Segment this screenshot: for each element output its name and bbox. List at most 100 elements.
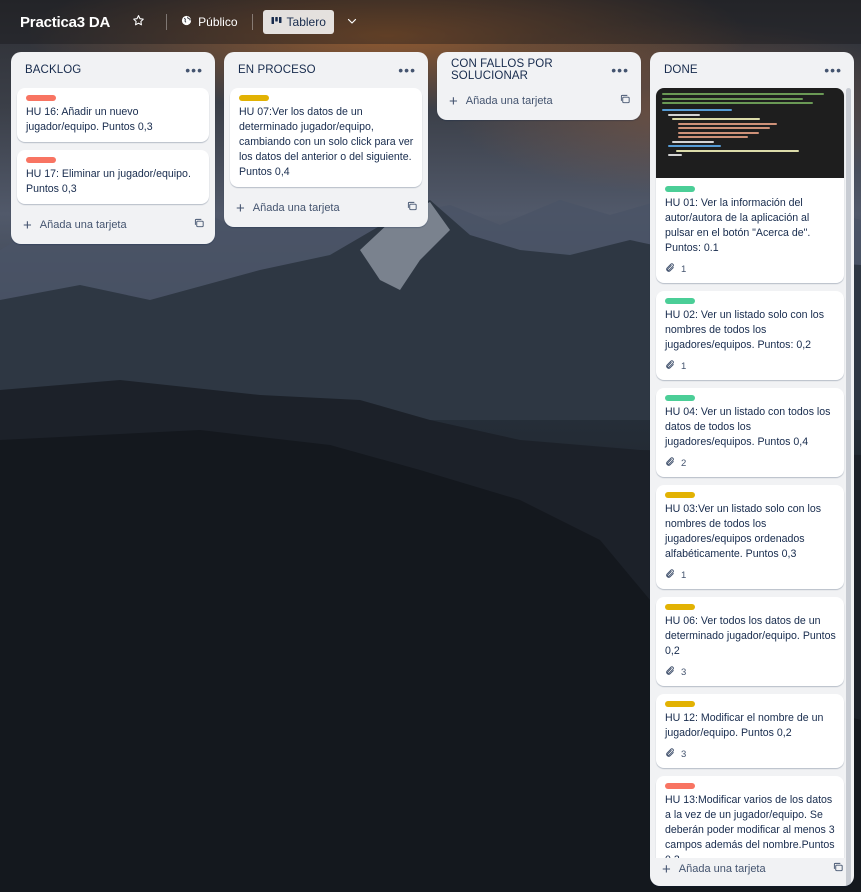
template-icon[interactable]	[833, 862, 844, 876]
label-yellow[interactable]	[665, 492, 695, 498]
card[interactable]: HU 07:Ver los datos de un determinado ju…	[230, 88, 422, 187]
paperclip-icon	[665, 748, 675, 761]
plus-icon: +	[236, 199, 245, 217]
label-green[interactable]	[665, 186, 695, 192]
label-yellow[interactable]	[665, 604, 695, 610]
card[interactable]: HU 02: Ver un listado solo con los nombr…	[656, 291, 844, 380]
card-title: HU 03:Ver un listado solo con los nombre…	[665, 503, 822, 560]
attachment-badge: 1	[665, 569, 836, 582]
card-title: HU 01: Ver la información del autor/auto…	[665, 197, 811, 254]
add-card-label: Añada una tarjeta	[465, 95, 553, 107]
label-red[interactable]	[26, 95, 56, 101]
card-cover-image	[656, 88, 844, 178]
board-view-label: Tablero	[286, 15, 326, 29]
divider	[166, 14, 168, 30]
more-icon[interactable]: •••	[185, 63, 203, 77]
label-red[interactable]	[665, 783, 695, 789]
card[interactable]: HU 03:Ver un listado solo con los nombre…	[656, 485, 844, 589]
board-icon	[271, 15, 282, 29]
add-card-label: Añada una tarjeta	[39, 219, 127, 231]
attachment-badge: 3	[665, 666, 836, 679]
list-done: DONE ••• HU 01: Ver la información del a…	[650, 52, 854, 886]
board-view-button[interactable]: Tablero	[262, 10, 334, 34]
paperclip-icon	[665, 569, 675, 582]
label-red[interactable]	[26, 157, 56, 163]
chevron-down-icon	[346, 15, 358, 30]
plus-icon: +	[23, 216, 32, 234]
card[interactable]: HU 04: Ver un listado con todos los dato…	[656, 388, 844, 477]
attachment-count: 3	[681, 749, 687, 760]
divider	[251, 14, 253, 30]
visibility-button[interactable]: Público	[175, 9, 243, 35]
list-title[interactable]: EN PROCESO	[238, 64, 316, 76]
views-dropdown-button[interactable]	[340, 10, 364, 34]
card[interactable]: HU 06: Ver todos los datos de un determi…	[656, 597, 844, 686]
more-icon[interactable]: •••	[824, 63, 842, 77]
add-card-row: + Añada una tarjeta	[224, 195, 428, 221]
board-title[interactable]: Practica3 DA	[20, 14, 110, 31]
card-title: HU 02: Ver un listado solo con los nombr…	[665, 309, 824, 351]
globe-icon	[181, 15, 192, 29]
card-title: HU 07:Ver los datos de un determinado ju…	[239, 106, 414, 178]
attachment-badge: 1	[665, 263, 836, 276]
list-en-proceso: EN PROCESO ••• HU 07:Ver los datos de un…	[224, 52, 428, 227]
attachment-count: 1	[681, 570, 687, 581]
more-icon[interactable]: •••	[611, 63, 629, 77]
card-title: HU 04: Ver un listado con todos los dato…	[665, 406, 831, 448]
card-title: HU 16: Añadir un nuevo jugador/equipo. P…	[26, 106, 153, 133]
attachment-count: 3	[681, 667, 687, 678]
attachment-count: 1	[681, 264, 687, 275]
attachment-badge: 1	[665, 360, 836, 373]
add-card-button[interactable]: + Añada una tarjeta	[23, 218, 127, 233]
add-card-label: Añada una tarjeta	[678, 863, 766, 875]
card-title: HU 17: Eliminar un jugador/equipo. Punto…	[26, 168, 191, 195]
list-header: BACKLOG •••	[11, 52, 215, 88]
list-title[interactable]: BACKLOG	[25, 64, 81, 76]
attachment-count: 2	[681, 458, 687, 469]
card[interactable]: HU 17: Eliminar un jugador/equipo. Punto…	[17, 150, 209, 204]
label-green[interactable]	[665, 298, 695, 304]
add-card-button[interactable]: + Añada una tarjeta	[236, 201, 340, 216]
more-icon[interactable]: •••	[398, 63, 416, 77]
list-header: DONE •••	[650, 52, 854, 88]
paperclip-icon	[665, 360, 675, 373]
star-button[interactable]	[126, 10, 150, 34]
label-yellow[interactable]	[665, 701, 695, 707]
template-icon[interactable]	[620, 94, 631, 108]
star-icon	[132, 14, 145, 30]
card[interactable]: HU 01: Ver la información del autor/auto…	[656, 88, 844, 283]
list-backlog: BACKLOG ••• HU 16: Añadir un nuevo jugad…	[11, 52, 215, 244]
card-title: HU 06: Ver todos los datos de un determi…	[665, 615, 836, 657]
list-con-fallos: CON FALLOS POR SOLUCIONAR ••• + Añada un…	[437, 52, 641, 120]
add-card-button[interactable]: + Añada una tarjeta	[449, 94, 553, 109]
card-title: HU 13:Modificar varios de los datos a la…	[665, 794, 835, 858]
list-title[interactable]: CON FALLOS POR SOLUCIONAR	[451, 58, 611, 82]
label-green[interactable]	[665, 395, 695, 401]
card[interactable]: HU 16: Añadir un nuevo jugador/equipo. P…	[17, 88, 209, 142]
add-card-label: Añada una tarjeta	[252, 202, 340, 214]
attachment-count: 1	[681, 361, 687, 372]
add-card-row: + Añada una tarjeta	[11, 212, 215, 238]
list-scrollbar[interactable]	[846, 88, 851, 886]
template-icon[interactable]	[194, 218, 205, 232]
list-header: EN PROCESO •••	[224, 52, 428, 88]
list-title[interactable]: DONE	[664, 64, 698, 76]
paperclip-icon	[665, 263, 675, 276]
add-card-row: + Añada una tarjeta	[437, 88, 641, 114]
card-title: HU 12: Modificar el nombre de un jugador…	[665, 712, 824, 739]
paperclip-icon	[665, 457, 675, 470]
add-card-row: + Añada una tarjeta	[650, 856, 854, 882]
label-yellow[interactable]	[239, 95, 269, 101]
add-card-button[interactable]: + Añada una tarjeta	[662, 862, 766, 877]
attachment-badge: 3	[665, 748, 836, 761]
template-icon[interactable]	[407, 201, 418, 215]
plus-icon: +	[449, 92, 458, 110]
list-header: CON FALLOS POR SOLUCIONAR •••	[437, 52, 641, 88]
board-header: Practica3 DA Público Tablero	[0, 0, 861, 44]
plus-icon: +	[662, 860, 671, 878]
attachment-badge: 2	[665, 457, 836, 470]
visibility-label: Público	[198, 15, 238, 29]
paperclip-icon	[665, 666, 675, 679]
card[interactable]: HU 12: Modificar el nombre de un jugador…	[656, 694, 844, 768]
card[interactable]: HU 13:Modificar varios de los datos a la…	[656, 776, 844, 858]
